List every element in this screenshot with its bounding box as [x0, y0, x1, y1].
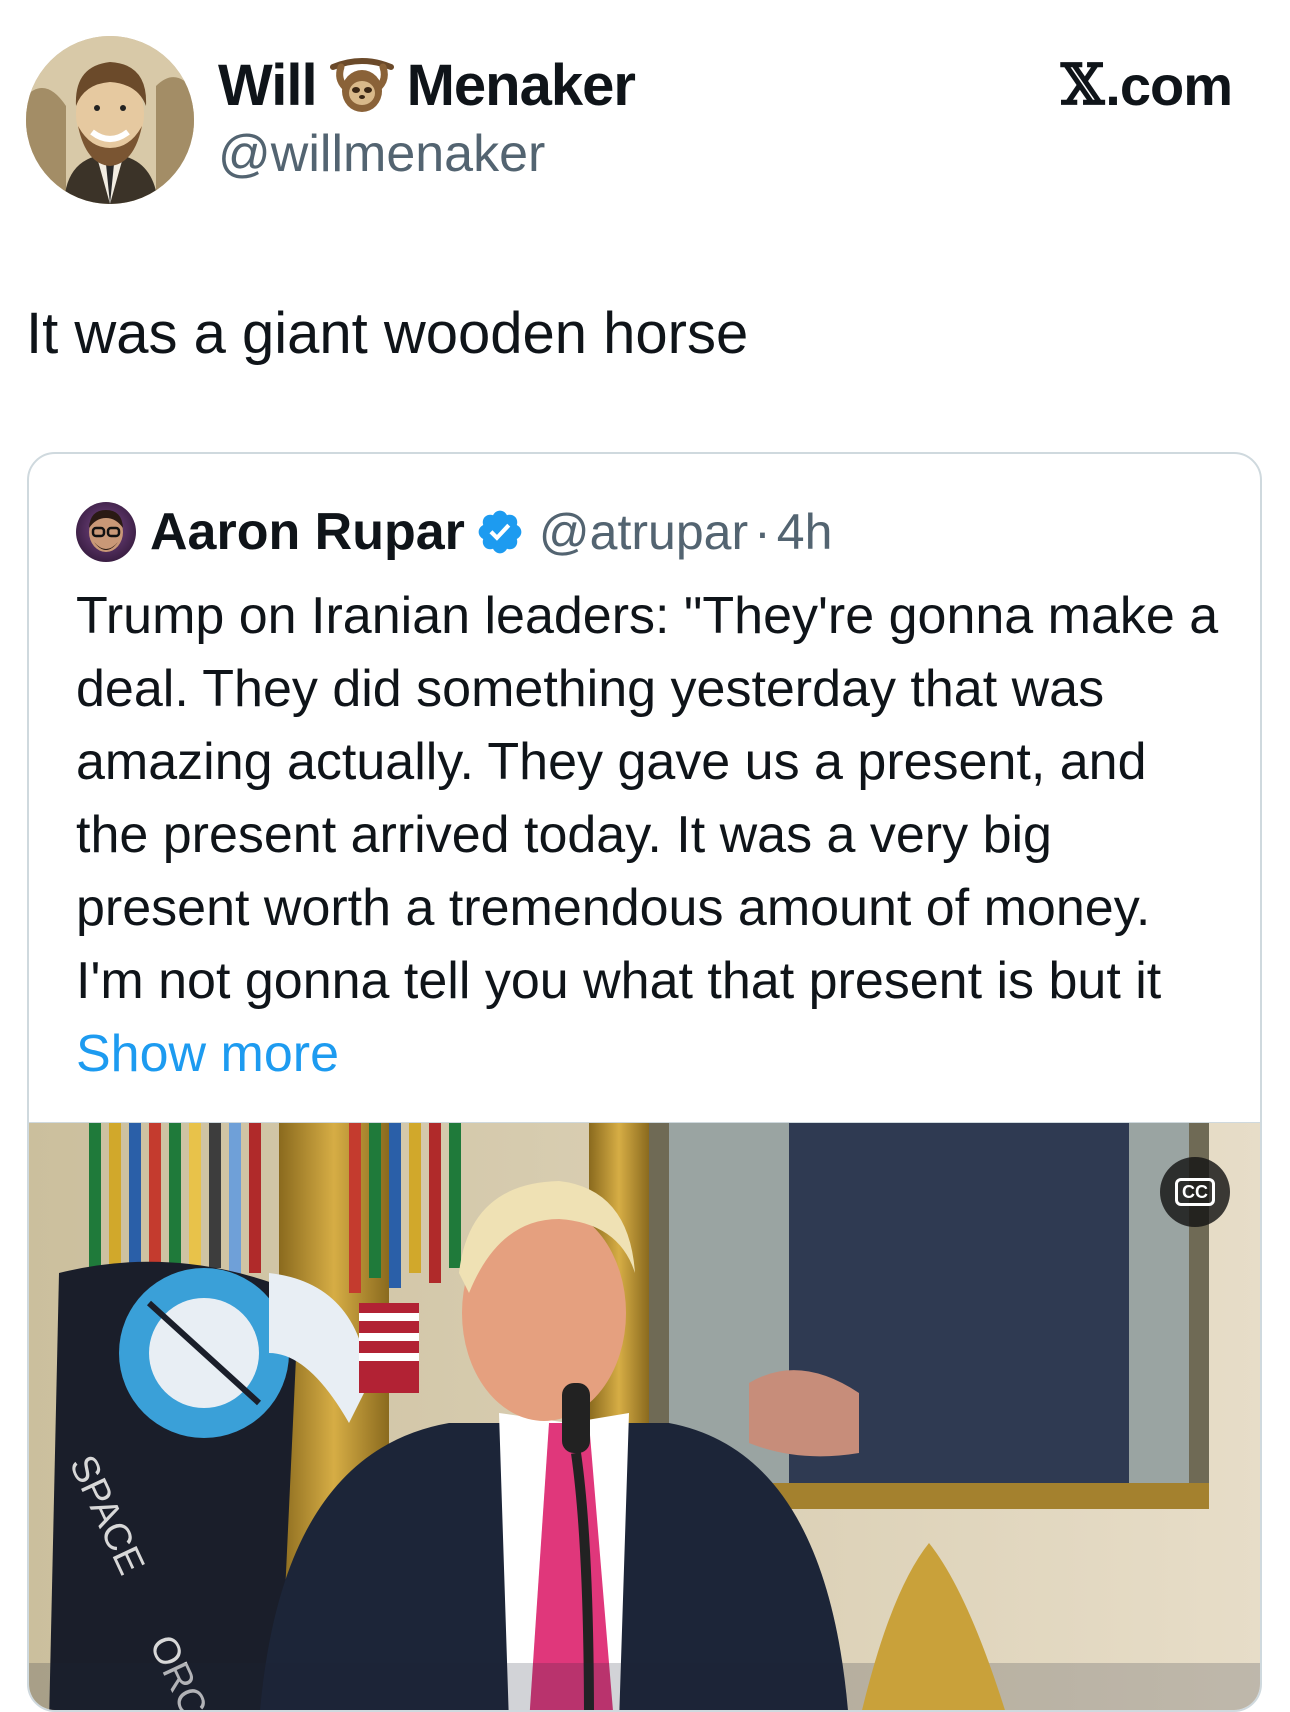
- author-last-name: Menaker: [406, 53, 636, 118]
- cc-icon: CC: [1175, 1178, 1215, 1206]
- quoted-tweet-video[interactable]: SPACE ORC CC: [29, 1122, 1260, 1710]
- show-more-link[interactable]: Show more: [76, 1025, 339, 1083]
- tweet-text: It was a giant wooden horse: [26, 301, 749, 366]
- quoted-tweet-text: Trump on Iranian leaders: "They're gonna…: [76, 587, 1219, 1010]
- quoted-author-avatar[interactable]: [76, 502, 136, 562]
- x-com-watermark: 𝕏 .com: [1060, 52, 1233, 118]
- separator-dot: ·: [754, 504, 771, 560]
- watermark-text: .com: [1105, 53, 1233, 117]
- author-first-name: Will: [218, 53, 318, 118]
- quoted-tweet-body: Trump on Iranian leaders: "They're gonna…: [76, 580, 1226, 1091]
- author-display-name[interactable]: Will Menaker: [218, 52, 636, 119]
- quoted-tweet-header: Aaron Rupar @atrupar · 4h: [76, 502, 832, 562]
- quoted-author-handle[interactable]: @atrupar: [539, 503, 748, 561]
- quoted-tweet-card[interactable]: Aaron Rupar @atrupar · 4h Trump on Irani…: [27, 452, 1262, 1712]
- author-handle[interactable]: @willmenaker: [218, 124, 545, 184]
- quoted-tweet-timestamp[interactable]: 4h: [777, 503, 833, 561]
- verified-badge-icon: [478, 510, 522, 554]
- comic-portrait-avatar: [26, 36, 194, 204]
- closed-captions-button[interactable]: CC: [1160, 1157, 1230, 1227]
- video-thumbnail: SPACE ORC: [29, 1123, 1260, 1710]
- author-avatar[interactable]: [26, 36, 194, 204]
- quoted-author-name[interactable]: Aaron Rupar: [150, 502, 465, 562]
- person-with-glasses-avatar: [89, 510, 123, 552]
- x-logo-icon: 𝕏: [1060, 52, 1104, 118]
- sloth-emoji-icon: [329, 57, 395, 115]
